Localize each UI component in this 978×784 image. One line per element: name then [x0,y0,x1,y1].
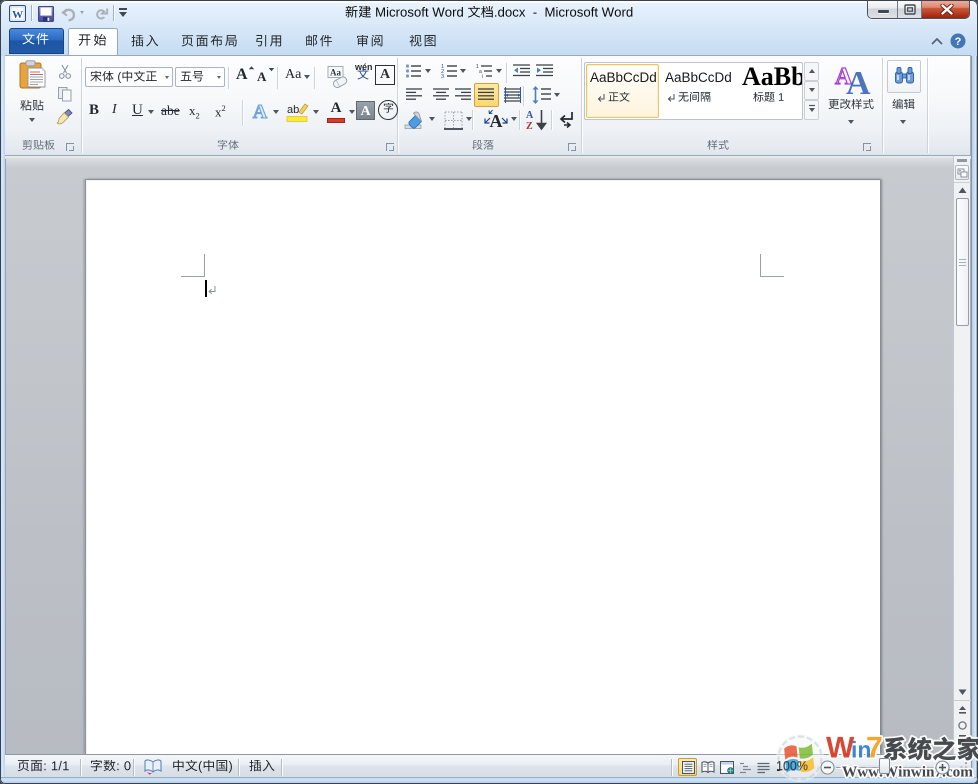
svg-text:A: A [490,111,503,131]
svg-text:Z: Z [526,121,533,131]
svg-text:3: 3 [441,74,444,79]
svg-text:ab: ab [287,104,299,116]
svg-text:A: A [846,65,871,96]
svg-text:A: A [526,110,534,121]
svg-text:i: i [482,74,483,79]
svg-text:W: W [12,9,23,21]
svg-text:Aa: Aa [330,68,341,78]
svg-text:A: A [253,101,268,122]
svg-text:?: ? [955,36,962,48]
